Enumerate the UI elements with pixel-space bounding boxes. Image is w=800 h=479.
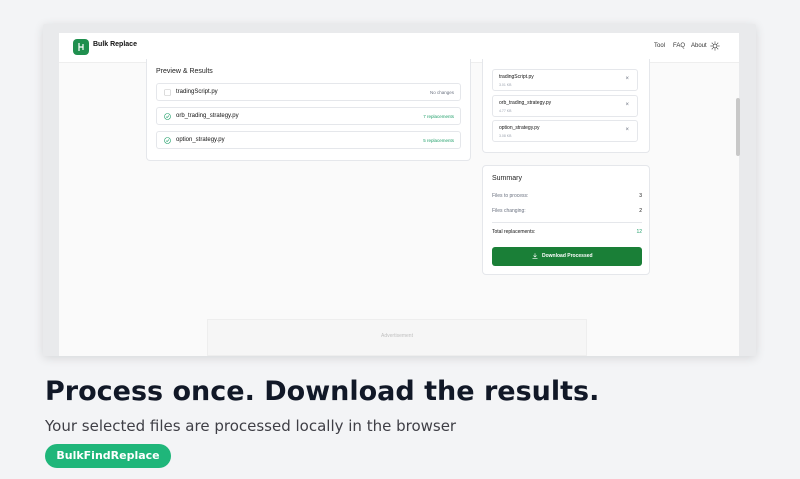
result-row[interactable]: option_strategy.py 5 replacements <box>156 131 461 149</box>
total-replacements-label: Total replacements: <box>492 229 536 235</box>
file-icon <box>164 89 171 96</box>
result-file-name: option_strategy.py <box>176 137 225 143</box>
sun-icon[interactable] <box>710 41 720 51</box>
app-window: Bulk Replace Tool FAQ About Preview & Re… <box>59 33 739 356</box>
selected-files-card: tradingScript.py 3.01 KB × orb_trading_s… <box>482 59 650 153</box>
download-icon <box>532 253 538 259</box>
advertisement-slot: Advertisement <box>207 319 587 356</box>
app-screenshot: Bulk Replace Tool FAQ About Preview & Re… <box>43 24 756 356</box>
caption-subline: Your selected files are processed locall… <box>45 417 457 435</box>
preview-results-card: Preview & Results tradingScript.py No ch… <box>146 59 471 161</box>
preview-title: Preview & Results <box>156 68 213 75</box>
download-processed-button[interactable]: Download Processed <box>492 247 642 266</box>
file-item: orb_trading_strategy.py 4.77 KB × <box>492 95 638 117</box>
check-circle-icon <box>164 113 171 120</box>
scrollbar-thumb[interactable] <box>736 98 740 156</box>
file-item-size: 3.01 KB <box>499 83 512 87</box>
remove-file-icon[interactable]: × <box>625 102 629 108</box>
download-button-label: Download Processed <box>542 253 593 259</box>
nav-faq-link[interactable]: FAQ <box>673 43 685 49</box>
file-item-name: orb_trading_strategy.py <box>499 100 552 106</box>
brand-name[interactable]: Bulk Replace <box>93 41 137 48</box>
files-changing-value: 2 <box>639 208 642 214</box>
logo-icon[interactable] <box>73 39 89 55</box>
result-status: 5 replacements <box>423 138 454 143</box>
total-replacements-value: 12 <box>636 229 642 235</box>
brand-badge: BulkFindReplace <box>45 444 171 468</box>
file-item: option_strategy.py 3.08 KB × <box>492 120 638 142</box>
remove-file-icon[interactable]: × <box>625 127 629 133</box>
nav-tool-link[interactable]: Tool <box>654 43 665 49</box>
nav-about-link[interactable]: About <box>691 43 707 49</box>
result-file-name: orb_trading_strategy.py <box>176 113 239 119</box>
result-status: No changes <box>429 90 454 95</box>
file-item: tradingScript.py 3.01 KB × <box>492 69 638 91</box>
file-item-size: 4.77 KB <box>499 109 512 113</box>
file-item-size: 3.08 KB <box>499 134 512 138</box>
files-to-process-value: 3 <box>639 193 642 199</box>
summary-card: Summary Files to process: 3 Files changi… <box>482 165 650 275</box>
result-row[interactable]: tradingScript.py No changes <box>156 83 461 101</box>
result-row[interactable]: orb_trading_strategy.py 7 replacements <box>156 107 461 125</box>
summary-divider <box>492 222 642 223</box>
advertisement-label: Advertisement <box>381 333 413 339</box>
files-to-process-label: Files to process: <box>492 193 529 199</box>
files-to-process-row: Files to process: 3 <box>492 193 642 199</box>
check-circle-icon <box>164 137 171 144</box>
total-replacements-row: Total replacements: 12 <box>492 229 642 235</box>
summary-title: Summary <box>492 175 522 182</box>
result-file-name: tradingScript.py <box>176 89 218 95</box>
files-changing-row: Files changing: 2 <box>492 208 642 214</box>
file-item-name: tradingScript.py <box>499 74 534 80</box>
file-item-name: option_strategy.py <box>499 125 540 131</box>
files-changing-label: Files changing: <box>492 208 526 214</box>
remove-file-icon[interactable]: × <box>625 76 629 82</box>
caption-headline: Process once. Download the results. <box>45 376 600 407</box>
result-status: 7 replacements <box>423 114 454 119</box>
